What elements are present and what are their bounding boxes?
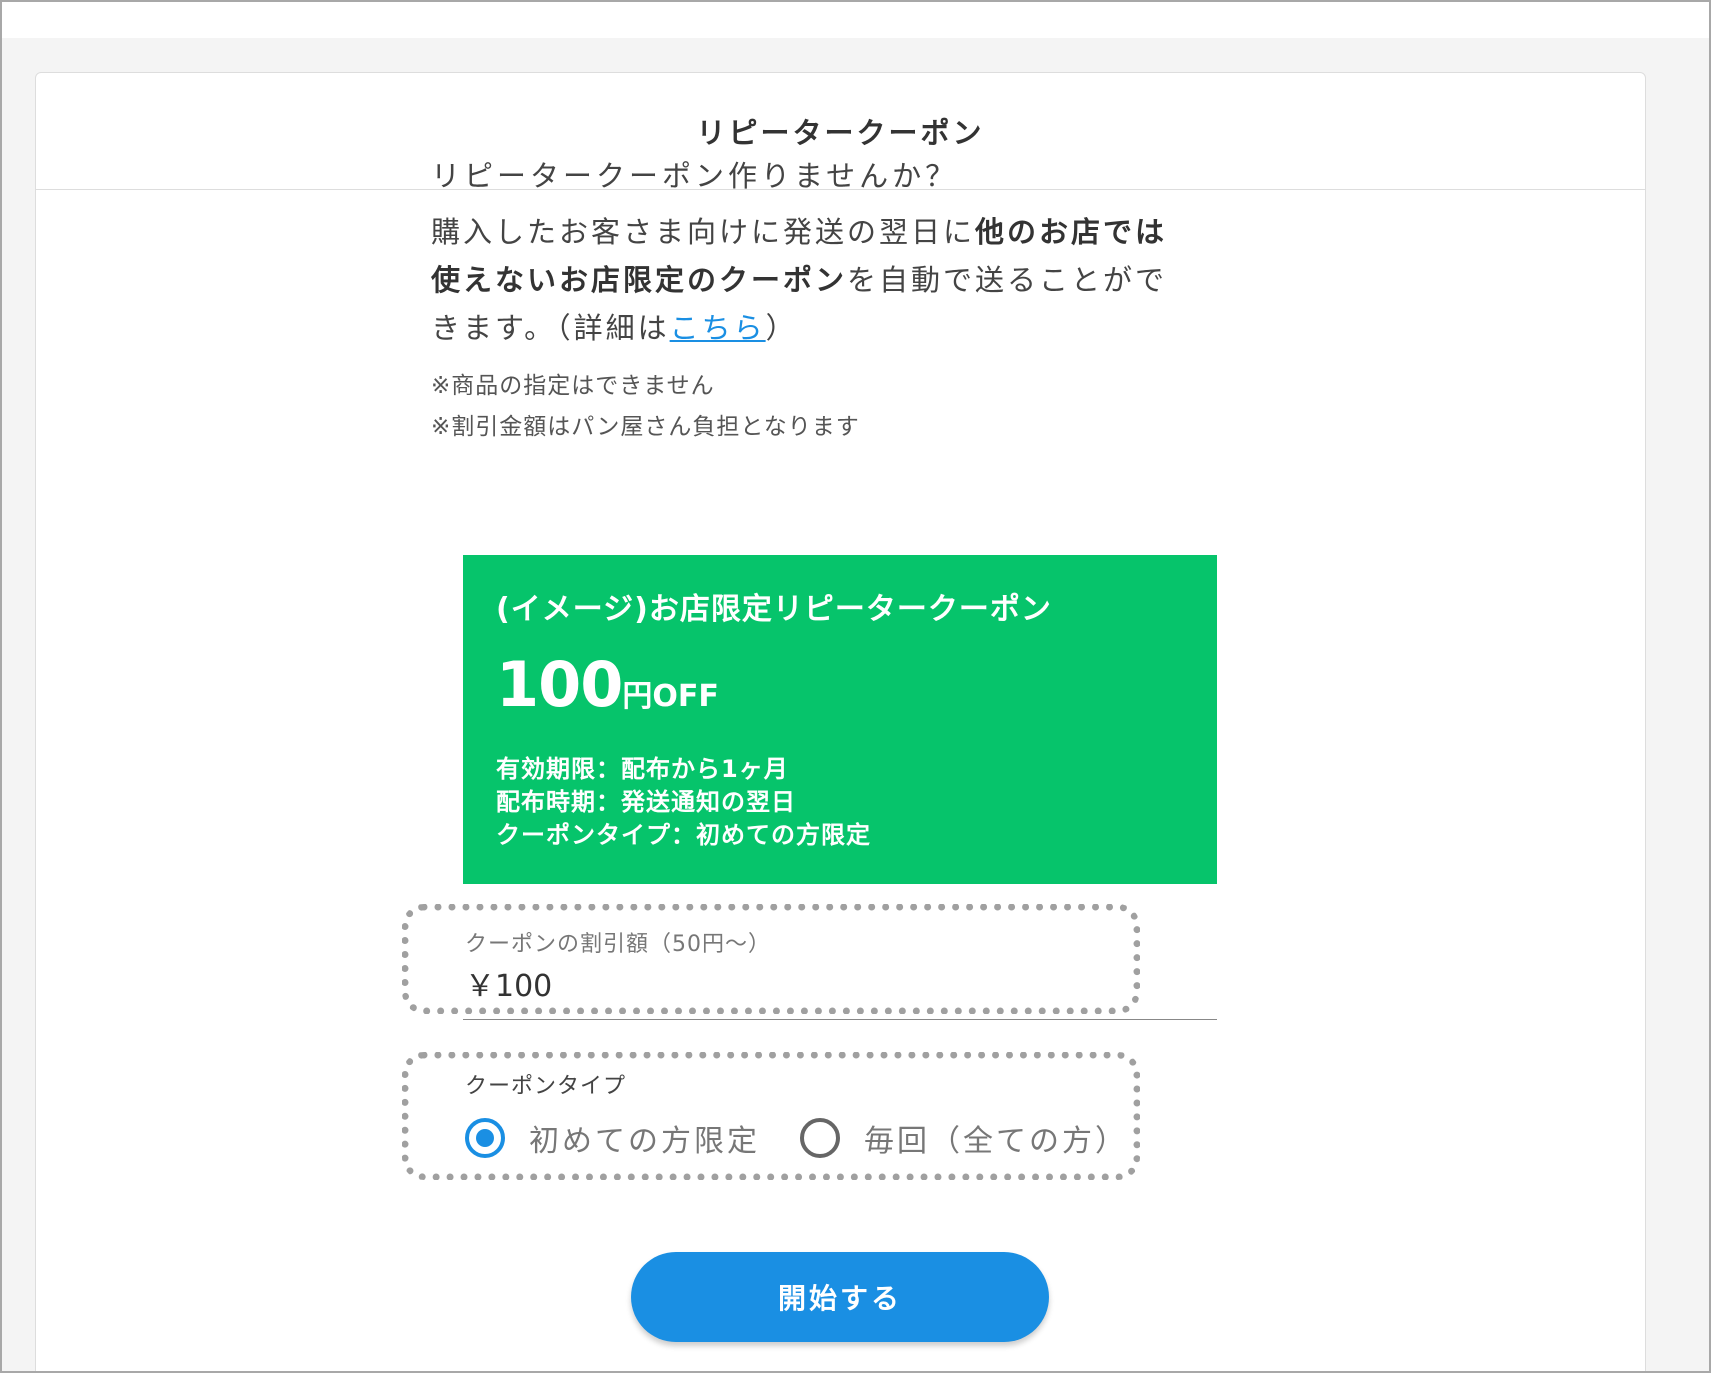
coupon-preview: (イメージ)お店限定リピータークーポン 100円OFF 有効期限：配布から1ヶ月…	[463, 555, 1217, 884]
desc-text-3: ）	[765, 311, 798, 345]
window-frame: リピータークーポン リピータークーポン作りませんか？ 購入したお客さま向けに発送…	[0, 0, 1711, 1373]
radio-every-time[interactable]: 毎回（全ての方）	[800, 1116, 1128, 1160]
coupon-delivery-time: 配布時期：発送通知の翌日	[496, 788, 796, 816]
radio-unchecked-icon[interactable]	[800, 1118, 840, 1158]
coupon-type-radio-group: 初めての方限定 毎回（全ての方）	[465, 1112, 1128, 1164]
page-title: リピータークーポン	[696, 116, 985, 150]
radio-checked-icon[interactable]	[465, 1118, 505, 1158]
coupon-preview-title: (イメージ)お店限定リピータークーポン	[496, 592, 1052, 627]
coupon-amount-unit: 円OFF	[622, 679, 719, 714]
intro-question: リピータークーポン作りませんか？	[431, 159, 959, 193]
coupon-type-label: クーポンタイプ	[465, 1074, 627, 1099]
radio-first-time[interactable]: 初めての方限定	[465, 1116, 760, 1160]
note-product: ※商品の指定はできません	[431, 373, 715, 399]
details-link[interactable]: こちら	[670, 311, 766, 345]
notes: ※商品の指定はできません ※割引金額はパン屋さん負担となります	[431, 366, 1206, 448]
discount-amount-input[interactable]	[465, 960, 1065, 1006]
discount-amount-field: クーポンの割引額（50円〜）	[463, 912, 1217, 1020]
start-button[interactable]: 開始する	[631, 1252, 1049, 1342]
radio-first-time-label[interactable]: 初めての方限定	[529, 1116, 760, 1160]
coupon-preview-details: 有効期限：配布から1ヶ月 配布時期：発送通知の翌日 クーポンタイプ：初めての方限…	[496, 753, 1185, 852]
coupon-preview-amount: 100円OFF	[496, 649, 1185, 737]
intro-description: 購入したお客さま向けに発送の翌日に他のお店では使えないお店限定のクーポンを自動で…	[431, 208, 1191, 352]
coupon-validity: 有効期限：配布から1ヶ月	[496, 755, 789, 783]
discount-amount-label: クーポンの割引額（50円〜）	[465, 932, 771, 957]
desc-text-1: 購入したお客さま向けに発送の翌日に	[431, 215, 976, 249]
top-band	[2, 2, 1709, 38]
coupon-amount-number: 100	[496, 648, 623, 721]
note-discount: ※割引金額はパン屋さん負担となります	[431, 414, 860, 440]
coupon-type-line: クーポンタイプ：初めての方限定	[496, 821, 871, 849]
radio-every-time-label[interactable]: 毎回（全ての方）	[864, 1116, 1128, 1160]
intro-section: リピータークーポン作りませんか？ 購入したお客さま向けに発送の翌日に他のお店では…	[431, 152, 1206, 448]
